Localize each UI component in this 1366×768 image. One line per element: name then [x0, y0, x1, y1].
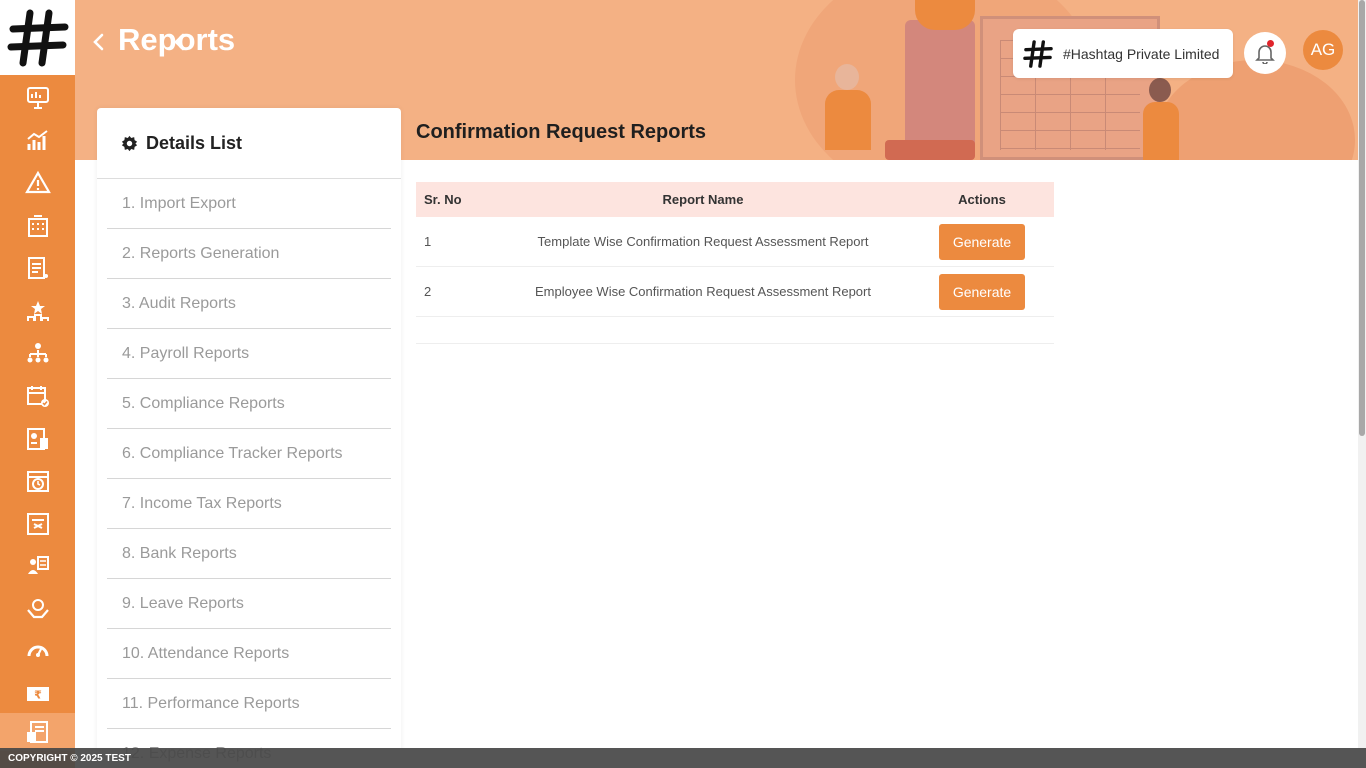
organization-icon[interactable] [0, 332, 75, 374]
reports-table: Sr. No Report Name Actions 1 Template Wi… [416, 182, 1054, 344]
details-item-compliance-tracker-reports[interactable]: 6. Compliance Tracker Reports [107, 429, 391, 479]
illustration-person-left [825, 90, 871, 150]
table-row: 2 Employee Wise Confirmation Request Ass… [416, 267, 1054, 317]
alert-icon[interactable] [0, 162, 75, 204]
company-selector[interactable]: #Hashtag Private Limited [1013, 29, 1233, 78]
performance-gauge-icon[interactable] [0, 630, 75, 672]
details-item-performance-reports[interactable]: 11. Performance Reports [107, 679, 391, 729]
row-sr-no: 2 [424, 284, 432, 299]
details-item-import-export[interactable]: 1. Import Export [107, 179, 391, 229]
row-report-name: Employee Wise Confirmation Request Asses… [535, 284, 871, 299]
details-list-header: Details List [97, 108, 401, 179]
sidebar: ₹ [0, 0, 75, 768]
dashboard-icon[interactable] [0, 77, 75, 119]
rupee-icon[interactable]: ₹ [0, 673, 75, 715]
details-item-compliance-reports[interactable]: 5. Compliance Reports [107, 379, 391, 429]
column-header-sr-no: Sr. No [424, 192, 462, 207]
details-item-attendance-reports[interactable]: 10. Attendance Reports [107, 629, 391, 679]
row-actions: Generate [910, 273, 1054, 310]
generate-button[interactable]: Generate [939, 223, 1025, 260]
svg-text:₹: ₹ [34, 689, 42, 702]
column-header-report-name: Report Name [662, 192, 744, 207]
attendance-clock-icon[interactable] [0, 460, 75, 502]
illustration-person-head [1149, 78, 1171, 102]
analytics-icon[interactable] [0, 120, 75, 162]
back-button[interactable] [86, 30, 110, 54]
reports-icon[interactable] [0, 713, 75, 751]
details-item-audit-reports[interactable]: 3. Audit Reports [107, 279, 391, 329]
hashtag-logo[interactable] [0, 0, 75, 75]
section-title: Confirmation Request Reports [416, 121, 707, 143]
details-list-panel: Details List 1. Import Export 2. Reports… [97, 108, 401, 768]
hashtag-logo-icon [1023, 39, 1053, 68]
details-list-title: Details List [146, 132, 243, 153]
page-scrollbar[interactable] [1358, 0, 1366, 748]
illustration-person-right [1143, 102, 1179, 160]
illustration-phone [905, 20, 975, 160]
details-item-leave-reports[interactable]: 9. Leave Reports [107, 579, 391, 629]
row-report-name: Template Wise Confirmation Request Asses… [537, 234, 869, 249]
row-actions: Generate [910, 223, 1054, 260]
copyright-footer: COPYRIGHT © 2025 TEST [0, 748, 1366, 768]
care-hands-icon[interactable] [0, 588, 75, 630]
scrollbar-thumb[interactable] [1359, 0, 1365, 436]
company-name: #Hashtag Private Limited [1063, 45, 1220, 62]
illustration-person-head [835, 64, 859, 90]
ranking-icon[interactable] [0, 290, 75, 332]
table-row: 1 Template Wise Confirmation Request Ass… [416, 217, 1054, 267]
page-title: Reports [118, 22, 236, 57]
details-item-payroll-reports[interactable]: 4. Payroll Reports [107, 329, 391, 379]
details-item-income-tax-reports[interactable]: 7. Income Tax Reports [107, 479, 391, 529]
generate-button[interactable]: Generate [939, 273, 1025, 310]
row-sr-no: 1 [424, 234, 432, 249]
notification-badge [1267, 40, 1274, 47]
hashtag-logo-icon [7, 9, 68, 66]
task-person-icon[interactable] [0, 545, 75, 587]
illustration-laptop [885, 140, 975, 160]
column-header-actions: Actions [958, 192, 1006, 207]
id-card-icon[interactable] [0, 418, 75, 460]
avatar[interactable]: AG [1303, 30, 1343, 70]
tax-document-icon[interactable] [0, 247, 75, 289]
table-footer-divider [416, 317, 1054, 344]
chevron-left-icon [93, 33, 104, 51]
details-item-reports-generation[interactable]: 2. Reports Generation [107, 229, 391, 279]
details-item-bank-reports[interactable]: 8. Bank Reports [107, 529, 391, 579]
illustration-person-top [915, 0, 975, 30]
gear-icon [121, 135, 138, 151]
table-header: Sr. No Report Name Actions [416, 182, 1054, 217]
payslip-icon[interactable] [0, 503, 75, 545]
calendar-check-icon[interactable] [0, 375, 75, 417]
notifications-button[interactable] [1244, 32, 1286, 74]
building-icon[interactable] [0, 205, 75, 247]
